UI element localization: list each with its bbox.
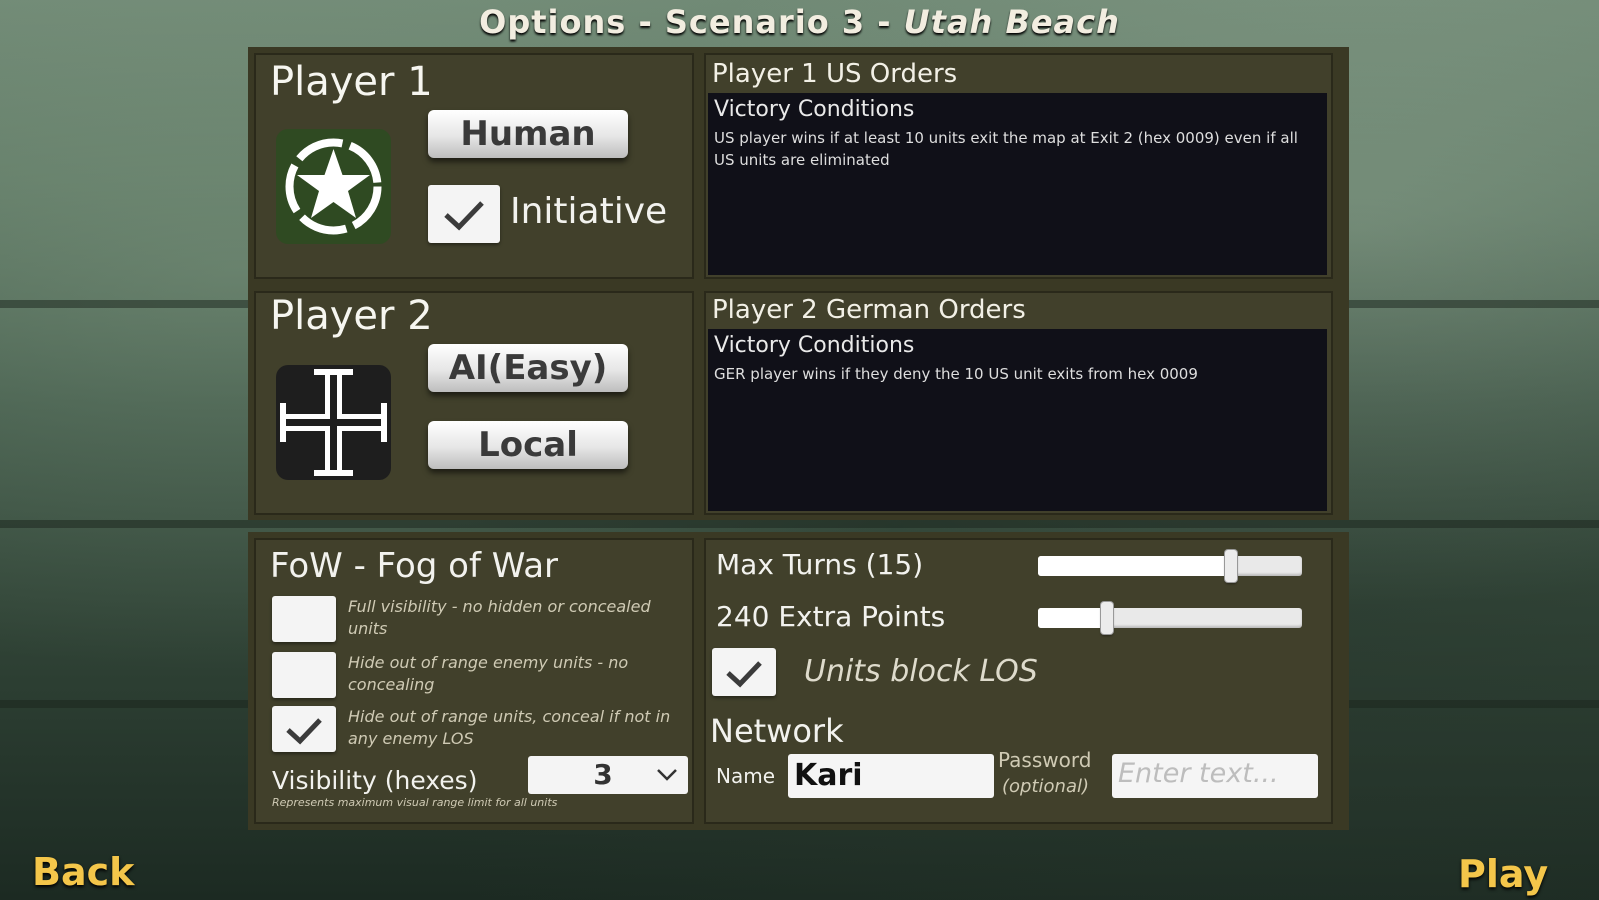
victory-conditions-text: GER player wins if they deny the 10 US u… (714, 365, 1198, 383)
victory-conditions-title: Victory Conditions (714, 333, 915, 358)
background-terrain (0, 520, 1599, 528)
player1-type-button[interactable]: Human (428, 110, 628, 158)
victory-conditions-title: Victory Conditions (714, 97, 915, 122)
fow-box: FoW - Fog of War Full visibility - no hi… (254, 538, 694, 824)
network-name-input[interactable]: Kari (788, 754, 994, 798)
victory-conditions-text: US player wins if at least 10 units exit… (714, 129, 1298, 169)
extra-points-label: 240 Extra Points (716, 600, 946, 633)
player2-orders-body: Victory Conditions GER player wins if th… (708, 329, 1327, 511)
player1-box: Player 1 Human Initiative (254, 53, 694, 279)
player1-label: Player 1 (270, 59, 433, 105)
password-input[interactable]: Enter text... (1112, 754, 1318, 798)
visibility-note: Represents maximum visual range limit fo… (272, 796, 558, 809)
checkmark-icon (726, 661, 762, 688)
title-map-name: Utah Beach (903, 3, 1120, 41)
back-button[interactable]: Back (32, 850, 134, 894)
fow-option-1-text: Full visibility - no hidden or concealed… (348, 597, 651, 638)
page-title: Options - Scenario 3 - Utah Beach (0, 0, 1599, 44)
password-label: Password (998, 748, 1092, 772)
chevron-down-icon (657, 769, 677, 781)
player2-location-button[interactable]: Local (428, 421, 628, 469)
extra-points-slider[interactable] (1038, 602, 1302, 634)
slider-thumb[interactable] (1100, 602, 1113, 634)
visibility-dropdown[interactable]: 3 (528, 756, 688, 794)
password-optional-label: (optional) (1002, 776, 1089, 797)
settings-box: Max Turns (15) 240 Extra Points Units bl… (704, 538, 1333, 824)
play-button[interactable]: Play (1458, 852, 1548, 896)
initiative-label: Initiative (510, 191, 668, 232)
slider-fill (1038, 556, 1231, 576)
network-title: Network (710, 712, 844, 750)
player1-orders-header: Player 1 US Orders (712, 59, 958, 89)
visibility-label: Visibility (hexes) (272, 766, 478, 795)
units-block-los-checkbox[interactable] (712, 648, 776, 696)
network-name-label: Name (716, 764, 776, 788)
fow-option-3-text: Hide out of range units, conceal if not … (348, 707, 671, 748)
fow-option-1-checkbox[interactable] (272, 596, 336, 642)
fow-option-2-checkbox[interactable] (272, 652, 336, 698)
max-turns-slider[interactable] (1038, 550, 1302, 582)
player2-type-button[interactable]: AI(Easy) (428, 344, 628, 392)
fow-title: FoW - Fog of War (270, 546, 559, 586)
player1-orders-box: Player 1 US Orders Victory Conditions US… (704, 53, 1333, 279)
player2-orders-box: Player 2 German Orders Victory Condition… (704, 291, 1333, 515)
fow-option-2-text: Hide out of range enemy units - no conce… (348, 653, 629, 694)
player2-box: Player 2 AI(Easy) Local (254, 291, 694, 515)
players-panel: Player 1 Human Initiative Player 1 US Or… (248, 47, 1349, 520)
checkmark-icon (444, 201, 484, 231)
slider-fill (1038, 608, 1107, 628)
player2-orders-header: Player 2 German Orders (712, 295, 1026, 325)
options-panel: FoW - Fog of War Full visibility - no hi… (248, 532, 1349, 830)
us-star-icon (276, 129, 391, 244)
player1-orders-body: Victory Conditions US player wins if at … (708, 93, 1327, 275)
title-prefix: Options - Scenario 3 - (479, 3, 904, 41)
max-turns-label: Max Turns (15) (716, 548, 924, 581)
german-cross-icon (276, 365, 391, 480)
fow-option-3-checkbox[interactable] (272, 706, 336, 752)
slider-thumb[interactable] (1224, 550, 1237, 582)
initiative-checkbox[interactable] (428, 185, 500, 243)
player2-label: Player 2 (270, 293, 433, 339)
checkmark-icon (286, 718, 322, 745)
units-block-los-label: Units block LOS (804, 654, 1038, 689)
